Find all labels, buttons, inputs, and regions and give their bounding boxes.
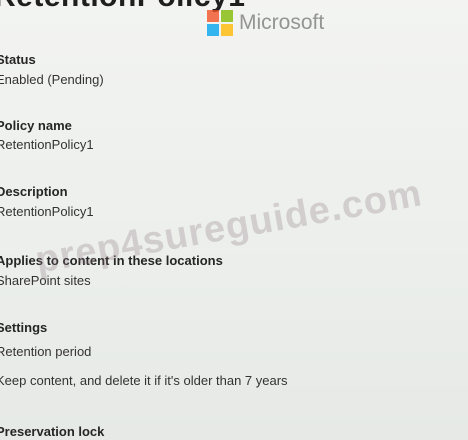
preservation-lock-label: Preservation lock [0,424,105,439]
policy-name-label: Policy name [0,118,72,133]
microsoft-logo-icon [207,10,233,36]
microsoft-brand: Microsoft [207,10,324,36]
retention-period-value: Keep content, and delete it if it's olde… [0,373,288,388]
retention-period-label: Retention period [0,344,92,359]
status-label: Status [0,52,36,67]
description-value: RetentionPolicy1 [0,204,94,219]
policy-name-value: RetentionPolicy1 [0,137,94,152]
retention-policy-details-panel: RetentionPolicy1 Microsoft Status Enable… [0,0,468,440]
settings-heading: Settings [0,320,48,335]
locations-value: SharePoint sites [0,273,91,288]
microsoft-brand-text: Microsoft [239,11,325,34]
status-value: Enabled (Pending) [0,72,104,87]
description-label: Description [0,184,68,199]
locations-label: Applies to content in these locations [0,253,223,268]
